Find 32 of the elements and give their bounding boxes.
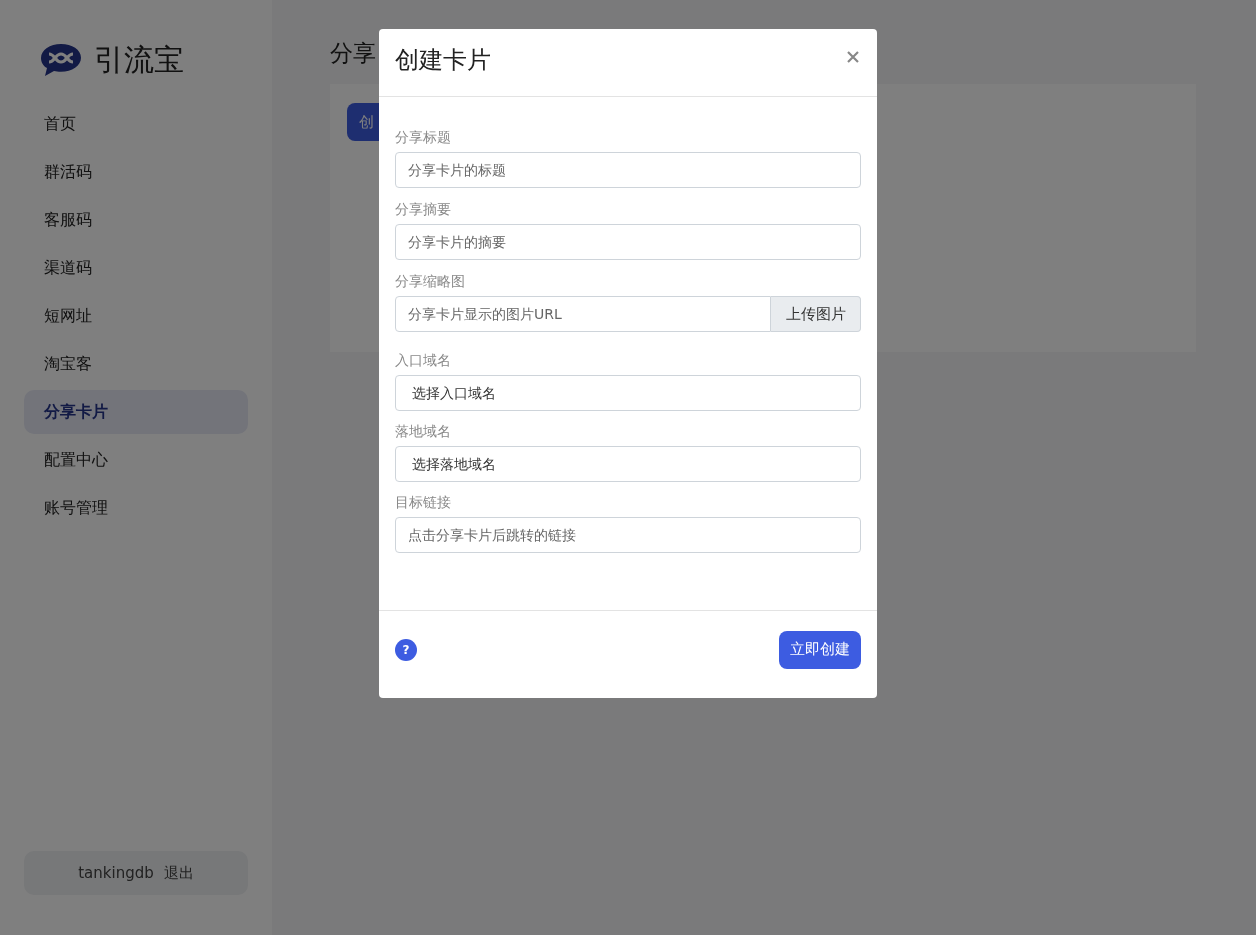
select-field[interactable]: 选择入口域名 — [395, 375, 861, 411]
sidebar-item[interactable]: 短网址 — [24, 294, 248, 338]
chat-bubble-logo-icon — [40, 42, 82, 78]
field-label: 分享摘要 — [395, 201, 452, 219]
modal-title: 创建卡片 — [395, 44, 491, 76]
logout-link[interactable]: 退出 — [163, 863, 194, 883]
field-label: 分享标题 — [395, 129, 452, 147]
help-icon[interactable]: ? — [395, 638, 417, 661]
field-label: 分享缩略图 — [395, 273, 466, 291]
page-title: 分享 — [330, 39, 376, 68]
sidebar-item[interactable]: 首页 — [24, 102, 248, 146]
sidebar-item[interactable]: 账号管理 — [24, 486, 248, 530]
sidebar-item[interactable]: 淘宝客 — [24, 342, 248, 386]
input-field[interactable]: 分享卡片的标题 — [395, 152, 861, 188]
field-label: 入口域名 — [395, 352, 452, 370]
sidebar-item[interactable]: 客服码 — [24, 198, 248, 242]
input-field[interactable]: 点击分享卡片后跳转的链接 — [395, 517, 861, 553]
close-icon[interactable] — [847, 50, 859, 63]
brand-name: 引流宝 — [94, 40, 184, 79]
sidebar-item[interactable]: 配置中心 — [24, 438, 248, 482]
sidebar-item[interactable]: 渠道码 — [24, 246, 248, 290]
field-label: 落地域名 — [395, 423, 452, 441]
sidebar-item[interactable]: 分享卡片 — [24, 390, 248, 434]
select-field[interactable]: 选择落地域名 — [395, 446, 861, 482]
field-label: 目标链接 — [395, 494, 452, 512]
create-button[interactable]: 创 — [347, 103, 379, 141]
input-field[interactable]: 分享卡片显示的图片URL — [395, 296, 771, 332]
submit-button[interactable]: 立即创建 — [779, 630, 861, 669]
sidebar-item[interactable]: 群活码 — [24, 150, 248, 194]
upload-button[interactable]: 上传图片 — [771, 296, 861, 332]
username: tankingdb — [78, 864, 154, 882]
input-field[interactable]: 分享卡片的摘要 — [395, 224, 861, 260]
